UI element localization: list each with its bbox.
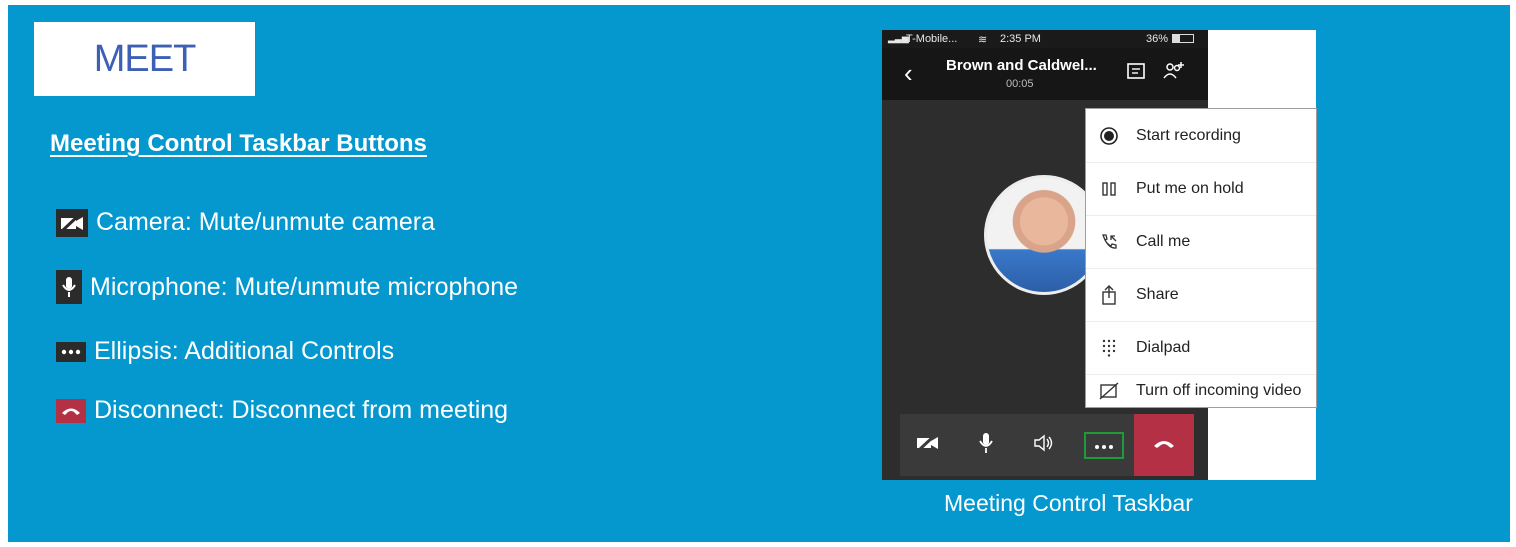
taskbar-camera-button[interactable] — [908, 414, 948, 476]
legend-text-microphone: Microphone: Mute/unmute microphone — [90, 272, 519, 301]
call-me-icon — [1094, 233, 1124, 251]
legend-row-camera: Camera: Mute/unmute camera — [56, 208, 435, 237]
meeting-title: Brown and Caldwel... — [946, 57, 1097, 74]
taskbar-ellipsis-button[interactable] — [1084, 432, 1124, 459]
taskbar-hang-up-button[interactable] — [1134, 414, 1194, 476]
hold-icon — [1094, 181, 1124, 197]
screenshot-caption: Meeting Control Taskbar — [944, 490, 1193, 516]
battery-icon — [1172, 34, 1194, 43]
chat-icon[interactable] — [1126, 62, 1146, 87]
legend-row-disconnect: Disconnect: Disconnect from meeting — [56, 396, 508, 425]
camera-off-icon — [916, 433, 940, 457]
menu-label: Share — [1136, 285, 1179, 303]
menu-item-turn-off-video[interactable]: Turn off incoming video — [1086, 374, 1316, 407]
share-icon — [1094, 284, 1124, 305]
battery-label: 36% — [1146, 33, 1169, 45]
menu-item-share[interactable]: Share — [1086, 268, 1316, 322]
legend-text-camera: Camera: Mute/unmute camera — [96, 208, 436, 236]
taskbar-microphone-button[interactable] — [966, 414, 1006, 476]
menu-label: Call me — [1136, 232, 1191, 250]
carrier-label: T-Mobile... — [906, 33, 958, 45]
legend-text-ellipsis: Ellipsis: Additional Controls — [94, 337, 395, 365]
video-off-icon — [1094, 381, 1124, 400]
menu-item-call-me[interactable]: Call me — [1086, 215, 1316, 269]
microphone-icon — [56, 270, 82, 304]
meeting-control-taskbar — [900, 414, 1194, 476]
ellipsis-icon — [56, 341, 86, 362]
menu-label: Put me on hold — [1136, 179, 1244, 197]
menu-label: Dialpad — [1136, 338, 1191, 356]
add-participants-icon[interactable] — [1162, 60, 1186, 87]
menu-label: Start recording — [1136, 126, 1241, 144]
title-box: MEET — [34, 22, 255, 96]
back-icon[interactable]: ‹ — [904, 58, 913, 89]
ellipsis-icon — [1094, 437, 1114, 455]
hang-up-icon — [1152, 436, 1176, 454]
microphone-icon — [978, 432, 994, 459]
dialpad-icon — [1094, 339, 1124, 357]
status-bar: ▂▃▅ T-Mobile... ≋ 2:35 PM 36% — [882, 30, 1208, 48]
camera-off-icon — [56, 208, 88, 237]
speaker-icon — [1033, 434, 1055, 457]
wifi-icon: ≋ — [978, 34, 988, 46]
hang-up-icon — [56, 398, 86, 423]
menu-label: Turn off incoming video — [1136, 381, 1302, 399]
menu-item-start-recording[interactable]: Start recording — [1086, 109, 1316, 163]
legend-text-disconnect: Disconnect: Disconnect from meeting — [94, 396, 509, 424]
legend-row-microphone: Microphone: Mute/unmute microphone — [56, 270, 518, 304]
menu-item-dialpad[interactable]: Dialpad — [1086, 321, 1316, 375]
call-timer: 00:05 — [1006, 78, 1034, 90]
section-heading: Meeting Control Taskbar Buttons — [50, 130, 427, 157]
legend-row-ellipsis: Ellipsis: Additional Controls — [56, 337, 394, 366]
more-options-menu: Start recording Put me on hold Call me S… — [1085, 108, 1317, 408]
menu-item-hold[interactable]: Put me on hold — [1086, 162, 1316, 216]
record-icon — [1094, 126, 1124, 146]
call-header: ‹ Brown and Caldwel... 00:05 — [882, 48, 1208, 100]
taskbar-speaker-button[interactable] — [1024, 414, 1064, 476]
status-time: 2:35 PM — [1000, 33, 1041, 45]
slide-title: MEET — [93, 37, 197, 80]
